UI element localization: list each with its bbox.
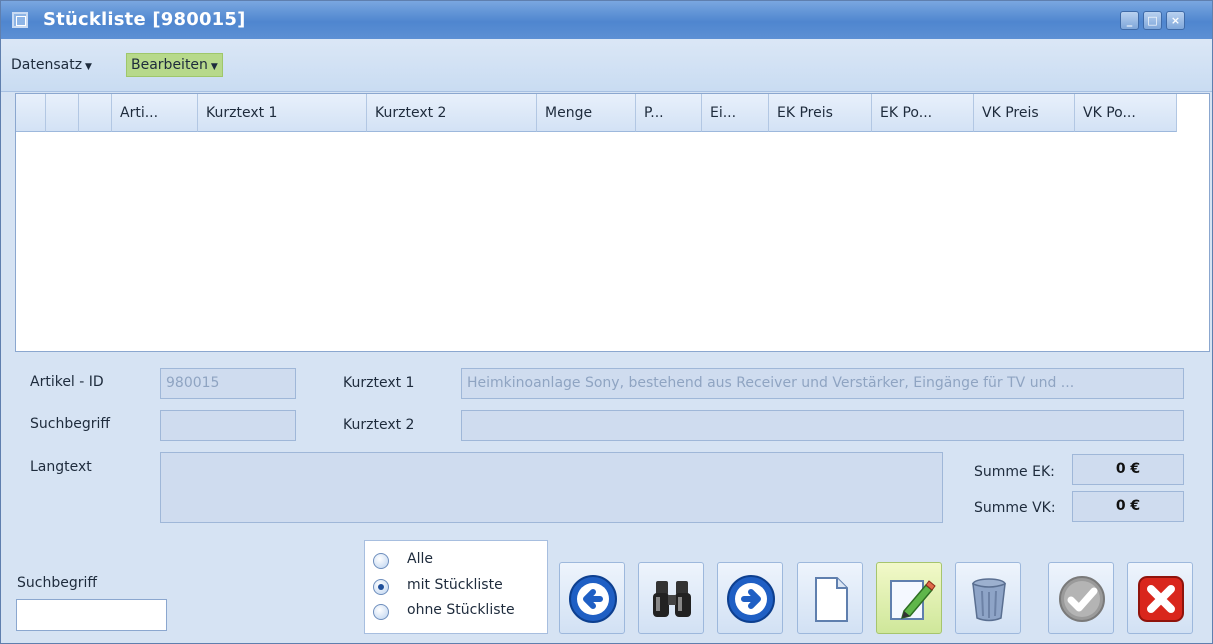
minimize-icon[interactable]: _ xyxy=(1120,11,1139,30)
cancel-x-icon xyxy=(1138,576,1184,622)
forward-button[interactable] xyxy=(717,562,783,634)
delete-trash-icon xyxy=(972,578,1006,622)
grid-header-cell[interactable] xyxy=(46,94,79,132)
chevron-down-icon: ▼ xyxy=(210,62,218,72)
grid-header-vk-pos[interactable]: VK Po... xyxy=(1075,94,1177,132)
delete-button[interactable] xyxy=(955,562,1021,634)
title-bar[interactable]: Stückliste [980015] _ □ × xyxy=(1,1,1212,39)
search-button[interactable] xyxy=(638,562,704,634)
filter-radio-group: Alle mit Stückliste ohne Stückliste xyxy=(364,540,548,634)
grid-header-ek-preis[interactable]: EK Preis xyxy=(769,94,872,132)
radio-mit-stueckliste[interactable] xyxy=(373,579,389,595)
menu-datensatz[interactable]: Datensatz ▼ xyxy=(7,54,96,76)
binoculars-icon xyxy=(653,581,691,617)
cancel-button[interactable] xyxy=(1127,562,1193,634)
confirm-button[interactable] xyxy=(1048,562,1114,634)
kurztext1-field[interactable]: Heimkinoanlage Sony, bestehend aus Recei… xyxy=(461,368,1184,399)
summe-ek-value: 0 € xyxy=(1072,454,1184,485)
search-label: Suchbegriff xyxy=(17,575,98,591)
grid-header-menge[interactable]: Menge xyxy=(537,94,636,132)
edit-button[interactable] xyxy=(876,562,942,634)
window-icon xyxy=(12,12,28,28)
chevron-down-icon: ▼ xyxy=(85,62,92,72)
grid-header-cell[interactable] xyxy=(16,94,46,132)
stueckliste-grid[interactable]: Arti... Kurztext 1 Kurztext 2 Menge P...… xyxy=(15,93,1210,352)
summe-ek-label: Summe EK: xyxy=(974,464,1055,480)
grid-header-kurztext2[interactable]: Kurztext 2 xyxy=(367,94,537,132)
suchbegriff-field[interactable] xyxy=(160,410,296,441)
radio-alle-label[interactable]: Alle xyxy=(407,551,433,567)
forward-arrow-icon xyxy=(727,575,775,623)
edit-pencil-icon xyxy=(890,580,936,620)
radio-alle[interactable] xyxy=(373,553,389,569)
kurztext2-label: Kurztext 2 xyxy=(343,417,415,433)
menu-bearbeiten-label: Bearbeiten xyxy=(131,57,208,73)
search-input[interactable] xyxy=(16,599,167,631)
back-button[interactable] xyxy=(559,562,625,634)
new-button[interactable] xyxy=(797,562,863,634)
grid-header-cell[interactable] xyxy=(79,94,112,132)
summe-vk-value: 0 € xyxy=(1072,491,1184,522)
grid-header-ei[interactable]: Ei... xyxy=(702,94,769,132)
artikel-id-label: Artikel - ID xyxy=(30,374,104,390)
artikel-id-field[interactable]: 980015 xyxy=(160,368,296,399)
langtext-field[interactable] xyxy=(160,452,943,523)
confirm-check-icon xyxy=(1059,576,1105,622)
grid-header-vk-preis[interactable]: VK Preis xyxy=(974,94,1075,132)
grid-header-kurztext1[interactable]: Kurztext 1 xyxy=(198,94,367,132)
maximize-icon[interactable]: □ xyxy=(1143,11,1162,30)
summe-vk-label: Summe VK: xyxy=(974,500,1056,516)
new-document-icon xyxy=(815,577,848,622)
kurztext1-label: Kurztext 1 xyxy=(343,375,415,391)
grid-header-ek-pos[interactable]: EK Po... xyxy=(872,94,974,132)
close-icon[interactable]: × xyxy=(1166,11,1185,30)
langtext-label: Langtext xyxy=(30,459,92,475)
menu-bearbeiten[interactable]: Bearbeiten ▼ xyxy=(126,53,223,77)
window-title: Stückliste [980015] xyxy=(43,9,246,30)
menu-bar: Datensatz ▼ Bearbeiten ▼ xyxy=(1,39,1212,92)
radio-mit-stueckliste-label[interactable]: mit Stückliste xyxy=(407,577,503,593)
grid-header-artikel[interactable]: Arti... xyxy=(112,94,198,132)
stueckliste-window: Stückliste [980015] _ □ × Datensatz ▼ Bea… xyxy=(0,0,1213,644)
grid-header-p[interactable]: P... xyxy=(636,94,702,132)
menu-datensatz-label: Datensatz xyxy=(11,57,83,73)
kurztext2-field[interactable] xyxy=(461,410,1184,441)
radio-ohne-stueckliste[interactable] xyxy=(373,604,389,620)
back-arrow-icon xyxy=(569,575,617,623)
radio-ohne-stueckliste-label[interactable]: ohne Stückliste xyxy=(407,602,515,618)
suchbegriff-label: Suchbegriff xyxy=(30,416,111,432)
